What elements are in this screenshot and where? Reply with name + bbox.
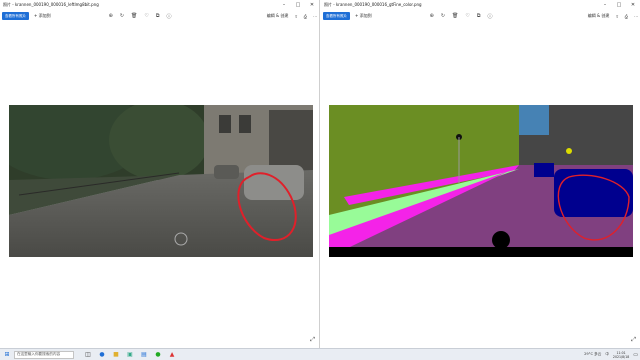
photos-window-right: 照片 - krannen_000190_000016_gtFine_color.… bbox=[321, 0, 640, 348]
window-title: 照片 - krannen_000190_000016_leftImg8bit.p… bbox=[3, 2, 99, 7]
print-icon[interactable]: ⎙ bbox=[625, 14, 628, 19]
notification-icon[interactable]: ▭ bbox=[633, 352, 638, 358]
edit-create-menu[interactable]: 编辑 & 创建 bbox=[588, 13, 610, 19]
delete-icon[interactable]: 🗑 bbox=[131, 13, 137, 20]
more-icon[interactable]: ⋯ bbox=[634, 14, 638, 19]
file-explorer-icon[interactable]: ■ bbox=[112, 351, 120, 358]
view-all-photos-button[interactable]: 查看所有照片 bbox=[323, 12, 350, 20]
start-icon[interactable]: ⊞ bbox=[2, 351, 12, 358]
close-icon[interactable]: ✕ bbox=[305, 2, 319, 8]
clock[interactable]: 11:01 2021/8/18 bbox=[613, 351, 629, 359]
clock-date: 2021/8/18 bbox=[612, 354, 630, 359]
taskbar: ⊞ 在这里输入你要搜索的内容 ◫ ● ■ ▣ ▤ ● ▲ 29°C 多云 中 1… bbox=[0, 348, 640, 360]
chat-icon[interactable]: ● bbox=[154, 351, 162, 358]
segmentation-image bbox=[329, 105, 633, 257]
crop-icon[interactable]: ⧉ bbox=[156, 13, 160, 20]
window-title: 照片 - krannen_000190_000016_gtFine_color.… bbox=[324, 2, 422, 7]
taskbar-search-input[interactable]: 在这里输入你要搜索的内容 bbox=[14, 350, 74, 359]
maximize-icon[interactable]: □ bbox=[612, 2, 626, 8]
browser-icon[interactable]: ● bbox=[98, 351, 106, 358]
zoom-in-icon[interactable]: ⊕ bbox=[109, 13, 113, 20]
add-to-button[interactable]: + 添加到 bbox=[355, 13, 372, 19]
add-to-button[interactable]: + 添加到 bbox=[34, 13, 51, 19]
print-icon[interactable]: ⎙ bbox=[304, 14, 307, 19]
title-bar: 照片 - krannen_000190_000016_gtFine_color.… bbox=[321, 0, 640, 10]
store-icon[interactable]: ▣ bbox=[126, 351, 134, 358]
expand-icon[interactable]: ⤢ bbox=[310, 336, 315, 344]
share-icon[interactable]: ⇪ bbox=[294, 14, 297, 19]
photos-window-left: 照片 - krannen_000190_000016_leftImg8bit.p… bbox=[0, 0, 320, 348]
task-view-icon[interactable]: ◫ bbox=[84, 351, 92, 358]
maximize-icon[interactable]: □ bbox=[291, 2, 305, 8]
toolbar: 查看所有照片 + 添加到 ⊕ ↻ 🗑 ♡ ⧉ ⓘ 编辑 & 创建 ⇪ ⎙ ⋯ bbox=[321, 10, 640, 22]
street-photo bbox=[9, 105, 313, 257]
expand-icon[interactable]: ⤢ bbox=[631, 336, 636, 344]
minimize-icon[interactable]: – bbox=[598, 2, 612, 8]
zoom-in-icon[interactable]: ⊕ bbox=[430, 13, 434, 20]
edit-create-menu[interactable]: 编辑 & 创建 bbox=[267, 13, 289, 19]
weather-text[interactable]: 29°C 多云 bbox=[584, 352, 601, 357]
language-indicator[interactable]: 中 bbox=[605, 352, 609, 357]
photos-icon[interactable]: ▤ bbox=[140, 351, 148, 358]
delete-icon[interactable]: 🗑 bbox=[452, 13, 458, 20]
favorite-icon[interactable]: ♡ bbox=[144, 13, 148, 20]
desktop: 照片 - krannen_000190_000016_leftImg8bit.p… bbox=[0, 0, 640, 360]
info-icon[interactable]: ⓘ bbox=[487, 13, 492, 20]
view-all-photos-button[interactable]: 查看所有照片 bbox=[2, 12, 29, 20]
favorite-icon[interactable]: ♡ bbox=[465, 13, 469, 20]
app-icon[interactable]: ▲ bbox=[168, 351, 176, 358]
more-icon[interactable]: ⋯ bbox=[313, 14, 317, 19]
close-icon[interactable]: ✕ bbox=[626, 2, 640, 8]
minimize-icon[interactable]: – bbox=[277, 2, 291, 8]
rotate-icon[interactable]: ↻ bbox=[120, 13, 124, 20]
rotate-icon[interactable]: ↻ bbox=[441, 13, 445, 20]
share-icon[interactable]: ⇪ bbox=[615, 14, 618, 19]
title-bar: 照片 - krannen_000190_000016_leftImg8bit.p… bbox=[0, 0, 319, 10]
info-icon[interactable]: ⓘ bbox=[166, 13, 171, 20]
crop-icon[interactable]: ⧉ bbox=[477, 13, 481, 20]
toolbar: 查看所有照片 + 添加到 ⊕ ↻ 🗑 ♡ ⧉ ⓘ 编辑 & 创建 ⇪ ⎙ ⋯ bbox=[0, 10, 319, 22]
